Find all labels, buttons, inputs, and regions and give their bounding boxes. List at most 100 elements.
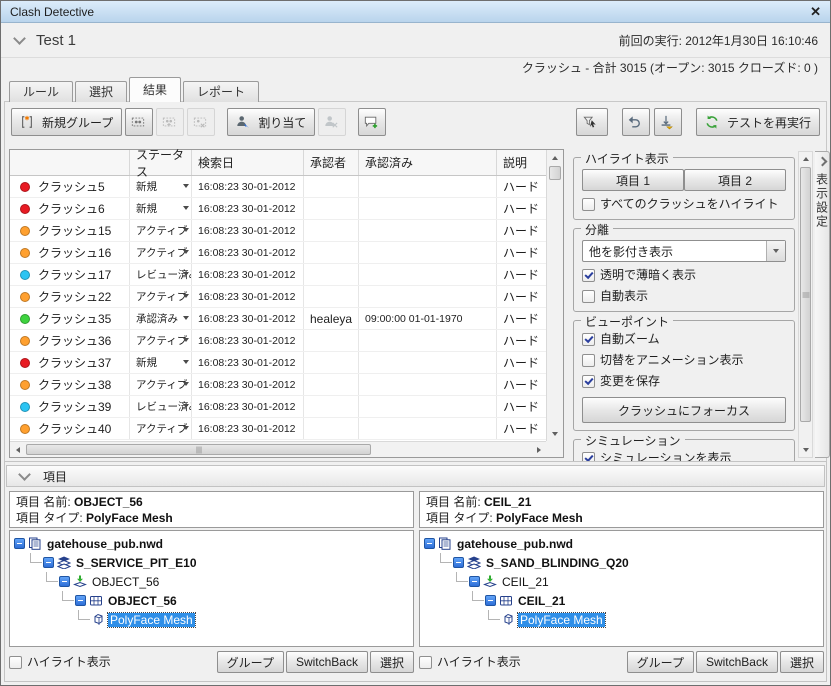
- group-button[interactable]: グループ: [626, 651, 694, 673]
- auto-reveal-checkbox[interactable]: [582, 290, 595, 303]
- close-icon[interactable]: ✕: [810, 4, 821, 20]
- table-row[interactable]: クラッシュ15 アクティブ 16:08:23 30-01-2012 ハード: [10, 220, 563, 242]
- group-button[interactable]: グループ: [216, 651, 284, 673]
- add-comment-button[interactable]: [358, 108, 387, 136]
- col-header-approved[interactable]: 承認済み: [359, 150, 497, 175]
- scrollbar-thumb[interactable]: [800, 167, 811, 422]
- tree-node[interactable]: PolyFace Mesh: [488, 610, 819, 629]
- save-changes-checkbox[interactable]: [582, 375, 595, 388]
- group-remove-button[interactable]: [187, 108, 216, 136]
- switchback-button[interactable]: SwitchBack: [695, 651, 778, 673]
- col-header-name[interactable]: [10, 150, 130, 175]
- table-row[interactable]: クラッシュ6 新規 16:08:23 30-01-2012 ハード: [10, 198, 563, 220]
- tree-node[interactable]: S_SERVICE_PIT_E10: [30, 553, 409, 572]
- scroll-up-icon[interactable]: [547, 150, 563, 165]
- status-dropdown[interactable]: レビュー済み: [130, 396, 192, 417]
- status-dropdown[interactable]: 新規: [130, 176, 192, 197]
- status-dropdown[interactable]: 新規: [130, 352, 192, 373]
- scroll-down-icon[interactable]: [799, 443, 812, 457]
- unassign-button[interactable]: [318, 108, 347, 136]
- scroll-left-icon[interactable]: [10, 442, 25, 457]
- table-row[interactable]: クラッシュ37 新規 16:08:23 30-01-2012 ハード: [10, 352, 563, 374]
- switchback-button[interactable]: SwitchBack: [285, 651, 368, 673]
- collapse-icon[interactable]: [59, 576, 70, 587]
- tree-node[interactable]: OBJECT_56: [46, 572, 409, 591]
- approved-by: [304, 264, 359, 285]
- add-to-group-button[interactable]: [125, 108, 154, 136]
- tree-node[interactable]: CEIL_21: [456, 572, 819, 591]
- rerun-test-button[interactable]: テストを再実行: [695, 108, 820, 136]
- settings-scrollbar[interactable]: [798, 151, 813, 458]
- collapse-icon[interactable]: [453, 557, 464, 568]
- table-row[interactable]: クラッシュ39 レビュー済み 16:08:23 30-01-2012 ハード: [10, 396, 563, 418]
- scrollbar-thumb[interactable]: [26, 444, 371, 455]
- collapse-icon[interactable]: [43, 557, 54, 568]
- col-header-found[interactable]: 検索日: [192, 150, 304, 175]
- status-dropdown[interactable]: アクティブ: [130, 330, 192, 351]
- tree-node[interactable]: CEIL_21: [472, 591, 819, 610]
- collapse-icon[interactable]: [14, 538, 25, 549]
- select-button[interactable]: 選択: [779, 651, 824, 673]
- table-vertical-scrollbar[interactable]: [546, 150, 563, 441]
- animate-transitions-checkbox[interactable]: [582, 354, 595, 367]
- title-bar[interactable]: Clash Detective ✕: [1, 1, 830, 23]
- status-dropdown[interactable]: アクティブ: [130, 220, 192, 241]
- compact-button[interactable]: [653, 108, 682, 136]
- tree-node[interactable]: S_SAND_BLINDING_Q20: [440, 553, 819, 572]
- status-dropdown[interactable]: アクティブ: [130, 242, 192, 263]
- highlight-checkbox[interactable]: [9, 655, 22, 669]
- table-row[interactable]: クラッシュ35 承認済み 16:08:23 30-01-2012 healeya…: [10, 308, 563, 330]
- status-dropdown[interactable]: アクティブ: [130, 418, 192, 439]
- status-dropdown[interactable]: 新規: [130, 198, 192, 219]
- select-button[interactable]: 選択: [369, 651, 414, 673]
- tab-display-settings[interactable]: 表示設定: [815, 151, 830, 458]
- focus-on-clash-button[interactable]: クラッシュにフォーカス: [582, 397, 786, 423]
- chevron-down-icon[interactable]: [13, 32, 26, 45]
- item1-button[interactable]: 項目 1: [582, 169, 684, 191]
- filter-button[interactable]: [575, 108, 608, 136]
- assign-button[interactable]: 割り当て: [227, 108, 316, 136]
- status-dropdown[interactable]: 承認済み: [130, 308, 192, 329]
- collapse-icon[interactable]: [424, 538, 435, 549]
- new-group-button[interactable]: 新規グループ: [11, 108, 123, 136]
- table-row[interactable]: クラッシュ16 アクティブ 16:08:23 30-01-2012 ハード: [10, 242, 563, 264]
- scroll-up-icon[interactable]: [799, 152, 812, 166]
- tree-node[interactable]: PolyFace Mesh: [78, 610, 409, 629]
- tab-rules[interactable]: ルール: [9, 81, 74, 102]
- table-row[interactable]: クラッシュ36 アクティブ 16:08:23 30-01-2012 ハード: [10, 330, 563, 352]
- scroll-right-icon[interactable]: [531, 442, 546, 457]
- tab-results[interactable]: 結果: [129, 77, 182, 102]
- tree-node[interactable]: gatehouse_pub.nwd: [424, 534, 819, 553]
- items-section-header[interactable]: 項目: [6, 465, 825, 487]
- tab-report[interactable]: レポート: [183, 81, 260, 102]
- tree-node[interactable]: OBJECT_56: [62, 591, 409, 610]
- table-row[interactable]: クラッシュ5 新規 16:08:23 30-01-2012 ハード: [10, 176, 563, 198]
- scrollbar-thumb[interactable]: [549, 166, 561, 180]
- col-header-description[interactable]: 説明: [497, 150, 544, 175]
- status-dropdown[interactable]: アクティブ: [130, 374, 192, 395]
- tree-node[interactable]: gatehouse_pub.nwd: [14, 534, 409, 553]
- collapse-icon[interactable]: [75, 595, 86, 606]
- reset-button[interactable]: [621, 108, 650, 136]
- col-header-status[interactable]: ステータス: [130, 148, 192, 179]
- chevron-down-icon[interactable]: [766, 241, 785, 261]
- status-dropdown[interactable]: レビュー済み: [130, 264, 192, 285]
- highlight-all-checkbox[interactable]: [582, 198, 595, 211]
- table-row[interactable]: クラッシュ17 レビュー済み 16:08:23 30-01-2012 ハード: [10, 264, 563, 286]
- dim-transparent-checkbox[interactable]: [582, 269, 595, 282]
- table-horizontal-scrollbar[interactable]: [10, 441, 546, 457]
- isolation-mode-dropdown[interactable]: 他を影付き表示: [582, 240, 786, 262]
- table-row[interactable]: クラッシュ38 アクティブ 16:08:23 30-01-2012 ハード: [10, 374, 563, 396]
- tab-select[interactable]: 選択: [75, 81, 128, 102]
- highlight-checkbox[interactable]: [419, 655, 432, 669]
- collapse-icon[interactable]: [469, 576, 480, 587]
- item2-button[interactable]: 項目 2: [684, 169, 786, 191]
- table-row[interactable]: クラッシュ22 アクティブ 16:08:23 30-01-2012 ハード: [10, 286, 563, 308]
- auto-zoom-checkbox[interactable]: [582, 333, 595, 346]
- status-dropdown[interactable]: アクティブ: [130, 286, 192, 307]
- table-row[interactable]: クラッシュ40 アクティブ 16:08:23 30-01-2012 ハード: [10, 418, 563, 440]
- scroll-down-icon[interactable]: [547, 426, 563, 441]
- col-header-approved-by[interactable]: 承認者: [304, 150, 359, 175]
- group-add-button[interactable]: [156, 108, 185, 136]
- collapse-icon[interactable]: [485, 595, 496, 606]
